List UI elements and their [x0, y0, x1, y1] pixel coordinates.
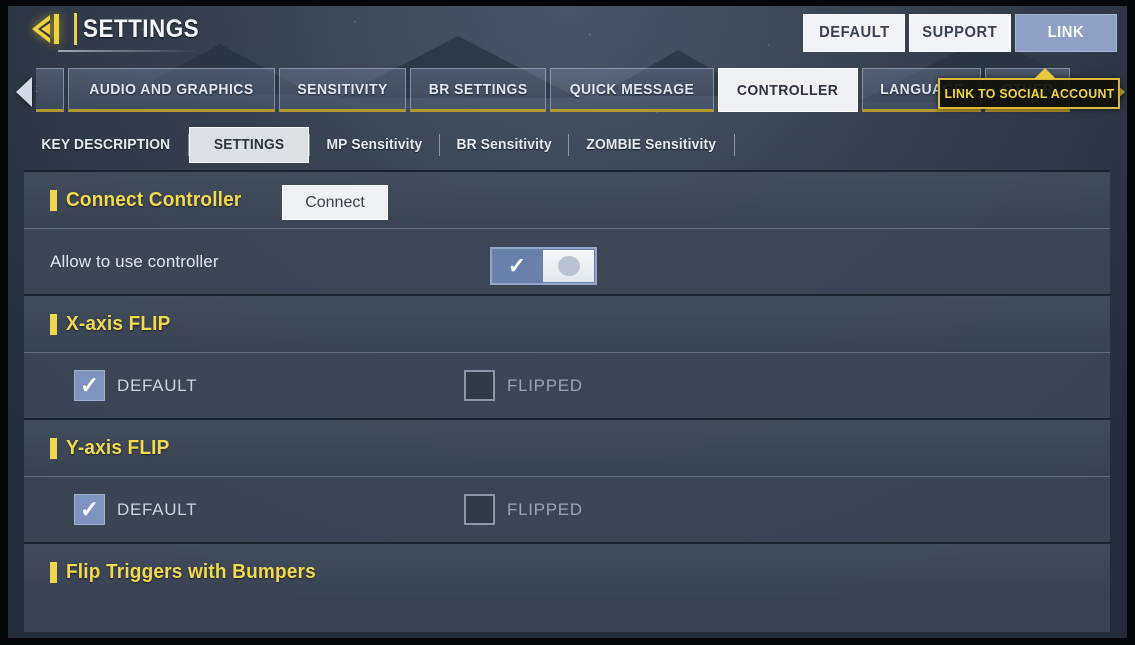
subtab-key-description-label: KEY DESCRIPTION [41, 137, 171, 153]
back-arrow-icon[interactable] [30, 12, 68, 46]
subtab-settings[interactable]: SETTINGS [188, 127, 309, 163]
section-marker-icon [50, 437, 57, 459]
tab-br-settings[interactable]: BR SETTINGS [409, 68, 547, 112]
game-settings-screen: SETTINGS DEFAULT SUPPORT LINK SIC AUDIO … [8, 6, 1127, 638]
tabs-strip: SIC AUDIO AND GRAPHICS SENSITIVITY BR SE… [36, 68, 1071, 116]
subtab-mp-sensitivity[interactable]: MP Sensitivity [310, 128, 439, 162]
tab-basic-label: SIC [36, 81, 37, 98]
y-axis-flipped-checkbox[interactable] [464, 494, 495, 525]
x-axis-flipped-option[interactable]: FLIPPED [464, 370, 583, 401]
section-flip-triggers-label: Flip Triggers with Bumpers [66, 560, 316, 583]
row-y-axis-flip-options: ✓ DEFAULT FLIPPED [24, 476, 1110, 542]
tooltip-pointer-icon [1034, 68, 1056, 79]
connect-button[interactable]: Connect [282, 185, 388, 220]
page-header: SETTINGS DEFAULT SUPPORT LINK [8, 6, 1127, 66]
x-axis-flipped-label: FLIPPED [507, 375, 583, 395]
section-y-axis-flip-label: Y-axis FLIP [66, 436, 170, 459]
section-x-axis-flip: X-axis FLIP [24, 294, 1110, 352]
subtab-zombie-sensitivity-label: ZOMBIE Sensitivity [586, 137, 717, 153]
section-marker-icon [50, 189, 57, 211]
y-axis-flipped-option[interactable]: FLIPPED [464, 494, 583, 525]
tab-sensitivity-label: SENSITIVITY [297, 80, 388, 98]
row-flip-triggers-options [24, 600, 1110, 632]
y-axis-flipped-label: FLIPPED [507, 499, 583, 519]
y-axis-default-label: DEFAULT [117, 499, 198, 519]
subtab-settings-label: SETTINGS [213, 137, 284, 153]
support-button[interactable]: SUPPORT [909, 14, 1011, 52]
link-button-label: LINK [1047, 24, 1085, 41]
tab-br-settings-label: BR SETTINGS [428, 80, 528, 98]
section-x-axis-flip-label: X-axis FLIP [66, 312, 171, 335]
brand-divider [74, 13, 77, 45]
x-axis-default-option[interactable]: ✓ DEFAULT [74, 370, 197, 401]
tab-controller-label: CONTROLLER [737, 81, 839, 99]
section-flip-triggers-with-bumpers: Flip Triggers with Bumpers [24, 542, 1110, 600]
row-x-axis-flip-options: ✓ DEFAULT FLIPPED [24, 352, 1110, 418]
x-axis-default-checkbox[interactable]: ✓ [74, 370, 105, 401]
sub-tab-bar: KEY DESCRIPTION SETTINGS MP Sensitivity … [24, 124, 1114, 166]
subtab-mp-sensitivity-label: MP Sensitivity [326, 137, 423, 153]
page-title: SETTINGS [83, 14, 200, 43]
default-button[interactable]: DEFAULT [803, 14, 905, 52]
toggle-check-icon: ✓ [507, 253, 527, 278]
link-button[interactable]: LINK [1015, 14, 1117, 52]
connect-button-label: Connect [305, 193, 365, 211]
y-axis-default-option[interactable]: ✓ DEFAULT [74, 494, 197, 525]
link-tooltip: LINK TO SOCIAL ACCOUNT [938, 78, 1120, 109]
subtab-br-sensitivity-label: BR Sensitivity [456, 137, 552, 153]
section-marker-icon [50, 561, 57, 583]
tab-quick-message[interactable]: QUICK MESSAGE [550, 68, 715, 112]
tabs-scroll-left-icon[interactable] [16, 77, 32, 107]
tab-basic[interactable]: SIC [36, 68, 64, 112]
tab-audio-and-graphics-label: AUDIO AND GRAPHICS [89, 80, 254, 98]
tab-controller[interactable]: CONTROLLER [718, 68, 858, 112]
subtab-key-description[interactable]: KEY DESCRIPTION [24, 128, 188, 162]
toggle-knob [543, 250, 594, 282]
subtab-zombie-sensitivity[interactable]: ZOMBIE Sensitivity [569, 128, 734, 162]
screenshot-frame: SETTINGS DEFAULT SUPPORT LINK SIC AUDIO … [0, 0, 1135, 645]
tab-quick-message-label: QUICK MESSAGE [570, 80, 695, 98]
title-underline [58, 50, 198, 52]
y-axis-default-checkbox[interactable]: ✓ [74, 494, 105, 525]
section-marker-icon [50, 313, 57, 335]
section-y-axis-flip: Y-axis FLIP [24, 418, 1110, 476]
allow-use-controller-label: Allow to use controller [50, 251, 219, 271]
tab-audio-and-graphics[interactable]: AUDIO AND GRAPHICS [68, 68, 275, 112]
section-connect-controller: Connect Controller Connect [24, 170, 1110, 228]
allow-use-controller-toggle[interactable]: ✓ [490, 247, 597, 285]
support-button-label: SUPPORT [922, 24, 998, 41]
section-connect-controller-label: Connect Controller [66, 188, 242, 211]
subtab-br-sensitivity[interactable]: BR Sensitivity [440, 128, 568, 162]
link-tooltip-text: LINK TO SOCIAL ACCOUNT [943, 86, 1115, 101]
x-axis-default-label: DEFAULT [117, 375, 198, 395]
header-actions: DEFAULT SUPPORT LINK [803, 14, 1117, 52]
brand: SETTINGS [30, 12, 212, 46]
tab-sensitivity[interactable]: SENSITIVITY [278, 68, 406, 112]
x-axis-flipped-checkbox[interactable] [464, 370, 495, 401]
settings-content-panel[interactable]: Connect Controller Connect Allow to use … [24, 170, 1110, 632]
subtab-divider [733, 134, 735, 156]
row-allow-use-controller: Allow to use controller ✓ [24, 228, 1110, 294]
default-button-label: DEFAULT [818, 24, 890, 41]
